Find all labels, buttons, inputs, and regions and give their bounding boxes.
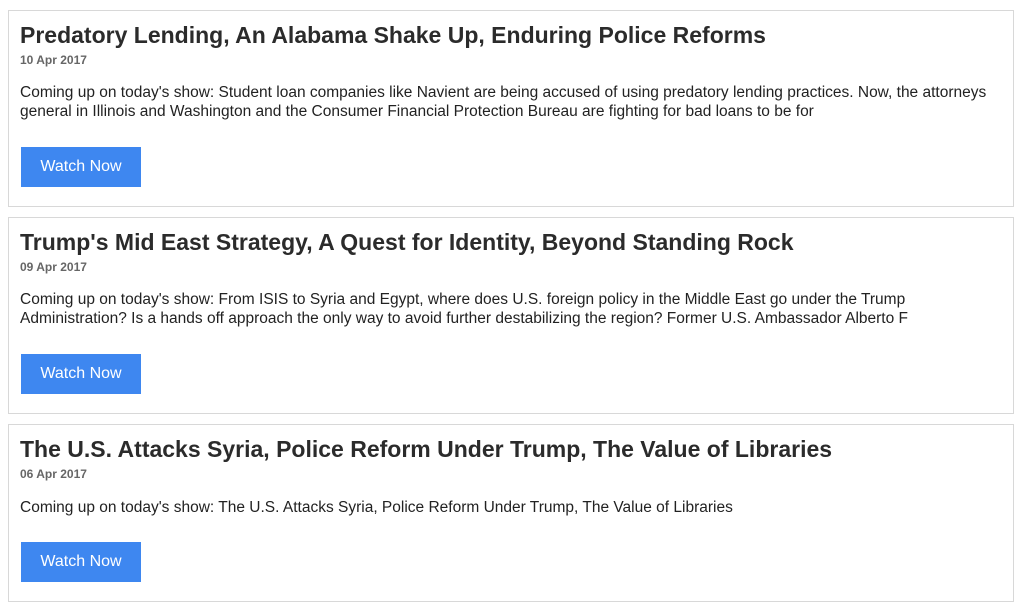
watch-now-button[interactable]: Watch Now	[21, 147, 141, 187]
episode-card: The U.S. Attacks Syria, Police Reform Un…	[8, 424, 1014, 602]
episode-title: The U.S. Attacks Syria, Police Reform Un…	[20, 436, 833, 462]
watch-now-button[interactable]: Watch Now	[21, 354, 141, 394]
episode-date: 06 Apr 2017	[20, 467, 87, 481]
episode-title: Trump's Mid East Strategy, A Quest for I…	[20, 229, 794, 255]
episode-date: 09 Apr 2017	[20, 260, 87, 274]
episode-summary: Coming up on today's show: From ISIS to …	[20, 291, 908, 327]
episode-date: 10 Apr 2017	[20, 53, 87, 67]
episode-summary: Coming up on today's show: The U.S. Atta…	[20, 499, 733, 516]
episode-title: Predatory Lending, An Alabama Shake Up, …	[20, 22, 766, 48]
episode-summary: Coming up on today's show: Student loan …	[20, 84, 987, 120]
watch-now-button[interactable]: Watch Now	[21, 542, 141, 582]
episode-card: Trump's Mid East Strategy, A Quest for I…	[8, 217, 1014, 414]
episode-card: Predatory Lending, An Alabama Shake Up, …	[8, 10, 1014, 207]
episode-list: Predatory Lending, An Alabama Shake Up, …	[0, 0, 1024, 612]
